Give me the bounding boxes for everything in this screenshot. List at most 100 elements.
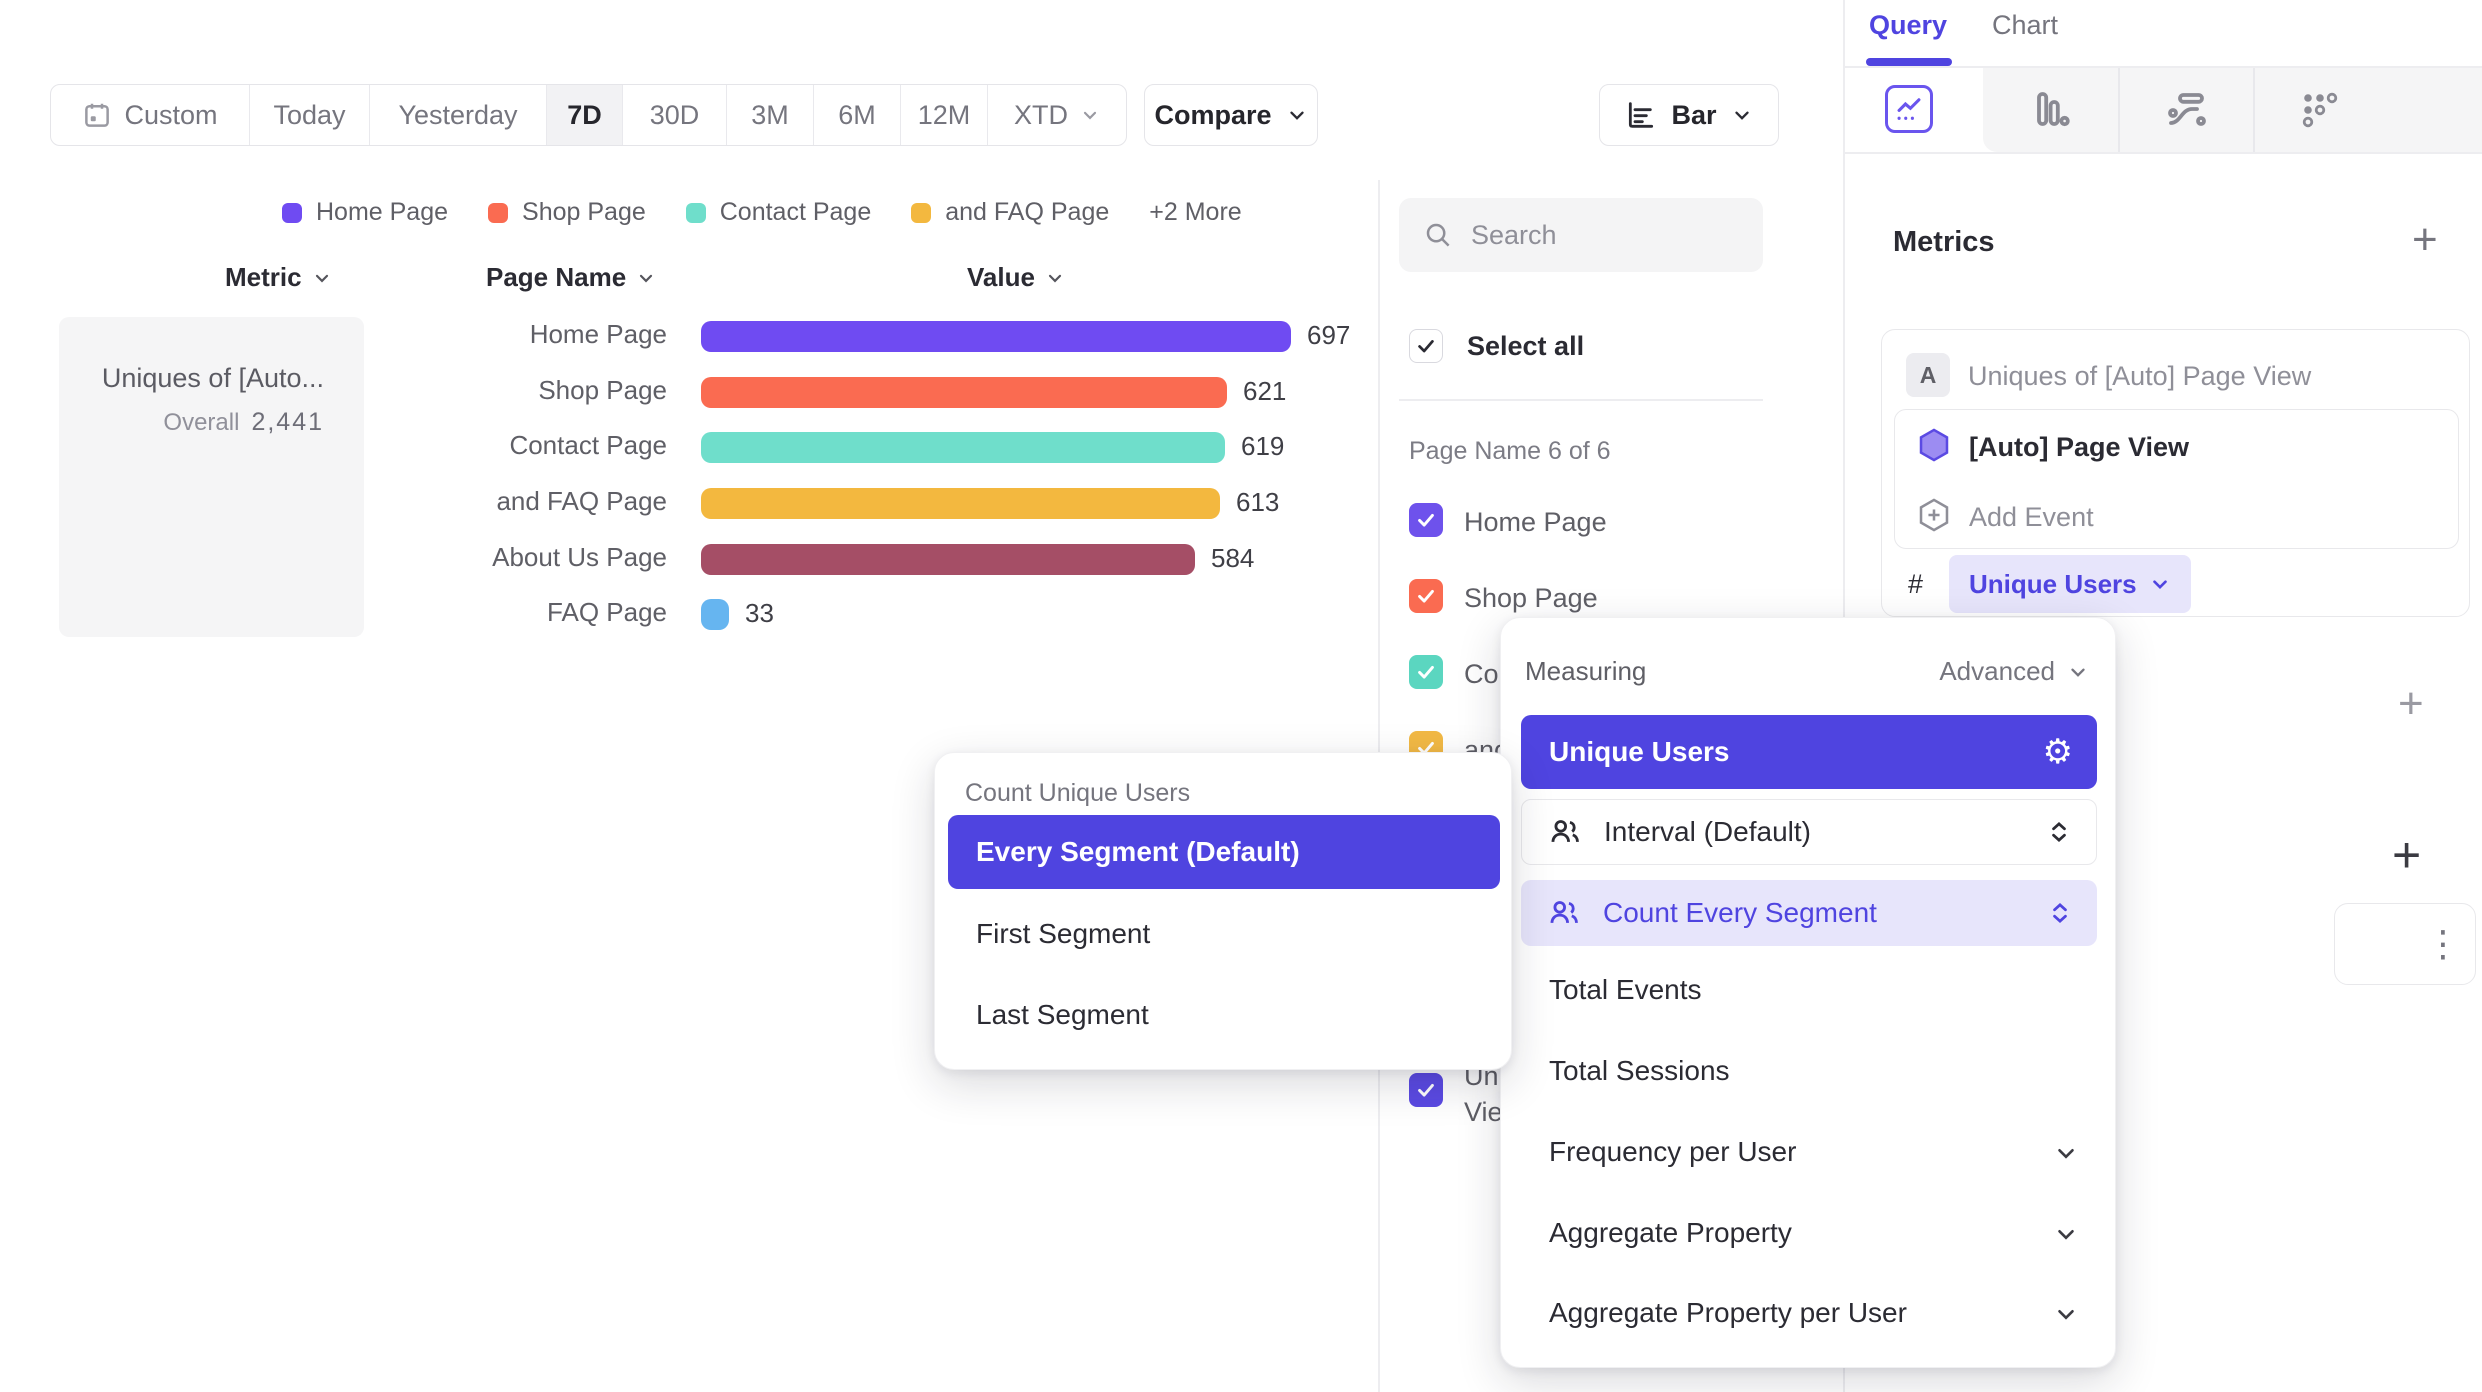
- stepper-icon: [2047, 900, 2073, 926]
- search-input[interactable]: Search: [1399, 198, 1763, 272]
- column-header-label: Page Name: [486, 262, 626, 293]
- column-header-label: Metric: [225, 262, 302, 293]
- line-chart-icon: [1892, 92, 1926, 126]
- segment-option-every-segment[interactable]: Every Segment (Default): [948, 815, 1500, 889]
- date-preset-7d[interactable]: 7D: [547, 85, 623, 145]
- measuring-option-total-sessions[interactable]: Total Sessions: [1549, 1055, 1730, 1087]
- chevron-down-icon: [1286, 104, 1308, 126]
- date-preset-yesterday[interactable]: Yesterday: [370, 85, 547, 145]
- viz-flow-button[interactable]: [2162, 86, 2210, 139]
- select-all-checkbox[interactable]: [1409, 329, 1443, 363]
- legend-item-home-page[interactable]: Home Page: [282, 198, 448, 227]
- date-preset-12m[interactable]: 12M: [901, 85, 988, 145]
- date-preset-xtd[interactable]: XTD: [988, 85, 1126, 145]
- checkbox-checked[interactable]: [1409, 1073, 1443, 1107]
- legend-swatch: [911, 203, 931, 223]
- compare-button[interactable]: Compare: [1144, 84, 1318, 146]
- bar-and-faq-page[interactable]: [701, 488, 1220, 519]
- filter-item-home-page[interactable]: Home Page: [1399, 503, 1833, 547]
- date-range-picker: Custom Today Yesterday 7D 30D 3M 6M 12M …: [50, 84, 1127, 146]
- legend-label: Contact Page: [720, 198, 872, 227]
- event-hexagon-icon: [1915, 426, 1953, 464]
- measuring-option-aggregate-property[interactable]: Aggregate Property: [1549, 1217, 1792, 1249]
- date-preset-today[interactable]: Today: [250, 85, 370, 145]
- filter-item-label: Home Page: [1464, 507, 1607, 538]
- viz-retention-button[interactable]: [2296, 86, 2344, 139]
- legend-item-contact-page[interactable]: Contact Page: [686, 198, 872, 227]
- measure-dropdown[interactable]: Unique Users: [1949, 555, 2191, 613]
- date-preset-label: 30D: [650, 100, 700, 131]
- measuring-option-total-events[interactable]: Total Events: [1549, 974, 1702, 1006]
- date-preset-30d[interactable]: 30D: [623, 85, 727, 145]
- add-event-button[interactable]: Add Event: [1969, 502, 2094, 533]
- chevron-down-icon[interactable]: [2053, 1140, 2079, 1166]
- measuring-option-frequency-per-user[interactable]: Frequency per User: [1549, 1136, 1796, 1168]
- bar-value: 619: [1241, 431, 1284, 462]
- metrics-section-title: Metrics: [1893, 226, 1995, 259]
- segment-option-first-segment[interactable]: First Segment: [976, 918, 1150, 950]
- check-icon: [1415, 661, 1437, 683]
- date-preset-label: 7D: [567, 100, 602, 131]
- bar-category-label: Contact Page: [400, 430, 667, 461]
- bar-value: 621: [1243, 376, 1286, 407]
- checkbox-checked[interactable]: [1409, 655, 1443, 689]
- advanced-dropdown[interactable]: Advanced: [1939, 656, 2089, 687]
- date-preset-custom[interactable]: Custom: [51, 85, 250, 145]
- date-preset-3m[interactable]: 3M: [727, 85, 814, 145]
- viz-row-divider: [1844, 152, 2482, 154]
- legend-item-and-faq-page[interactable]: and FAQ Page: [911, 198, 1109, 227]
- bar-category-label: FAQ Page: [400, 597, 667, 628]
- kebab-menu-icon[interactable]: ⋮: [2425, 926, 2461, 962]
- chevron-down-icon: [2067, 661, 2089, 683]
- chevron-down-icon: [636, 268, 656, 288]
- column-header-page-name[interactable]: Page Name: [486, 262, 656, 293]
- stepper-icon: [2046, 819, 2072, 845]
- bar-category-label: and FAQ Page: [400, 486, 667, 517]
- add-breakdown-button[interactable]: +: [2392, 830, 2421, 880]
- compare-label: Compare: [1154, 100, 1271, 131]
- bar-contact-page[interactable]: [701, 432, 1225, 463]
- bar-shop-page[interactable]: [701, 377, 1227, 408]
- horizontal-bar-chart-icon: [1625, 99, 1657, 131]
- chevron-down-icon[interactable]: [2053, 1301, 2079, 1327]
- measure-label: Unique Users: [1969, 569, 2137, 600]
- date-preset-label: 6M: [838, 100, 876, 131]
- segment-option-last-segment[interactable]: Last Segment: [976, 999, 1149, 1031]
- viz-insights-button[interactable]: [1885, 85, 1933, 133]
- viz-cell-divider: [2118, 68, 2120, 152]
- gear-icon[interactable]: ⚙: [2043, 735, 2073, 769]
- add-metric-button[interactable]: +: [2412, 218, 2438, 262]
- count-every-segment-label: Count Every Segment: [1603, 897, 1877, 929]
- chevron-down-icon: [2149, 573, 2171, 595]
- add-filter-button[interactable]: +: [2398, 682, 2424, 726]
- bar-faq-page[interactable]: [701, 599, 729, 630]
- bar-home-page[interactable]: [701, 321, 1291, 352]
- chevron-down-icon[interactable]: [2053, 1221, 2079, 1247]
- measuring-option-unique-users[interactable]: Unique Users ⚙: [1521, 715, 2097, 789]
- measuring-option-count-every-segment[interactable]: Count Every Segment: [1521, 880, 2097, 946]
- viz-bar-button[interactable]: [2026, 86, 2074, 139]
- measuring-option-aggregate-property-per-user[interactable]: Aggregate Property per User: [1549, 1297, 1907, 1329]
- date-preset-label: XTD: [1014, 100, 1068, 131]
- checkbox-checked[interactable]: [1409, 503, 1443, 537]
- chevron-down-icon: [1731, 104, 1753, 126]
- select-all-row[interactable]: Select all: [1409, 329, 1584, 363]
- date-preset-6m[interactable]: 6M: [814, 85, 901, 145]
- bar-value: 33: [745, 598, 774, 629]
- legend-item-shop-page[interactable]: Shop Page: [488, 198, 646, 227]
- event-name[interactable]: [Auto] Page View: [1969, 432, 2189, 463]
- bar-about-us-page[interactable]: [701, 544, 1195, 575]
- segment-popup-title: Count Unique Users: [965, 779, 1190, 808]
- measuring-option-interval[interactable]: Interval (Default): [1521, 799, 2097, 865]
- selected-measure-label: Unique Users: [1549, 736, 1730, 768]
- column-header-metric[interactable]: Metric: [225, 262, 332, 293]
- measuring-header: Measuring Advanced: [1525, 656, 2089, 687]
- tab-chart[interactable]: Chart: [1992, 10, 2058, 41]
- hash-symbol: #: [1908, 569, 1923, 600]
- chart-type-select[interactable]: Bar: [1599, 84, 1779, 146]
- check-icon: [1415, 335, 1437, 357]
- column-header-value[interactable]: Value: [967, 262, 1065, 293]
- legend-more-link[interactable]: +2 More: [1149, 198, 1241, 227]
- tab-query[interactable]: Query: [1869, 10, 1947, 41]
- checkbox-checked[interactable]: [1409, 579, 1443, 613]
